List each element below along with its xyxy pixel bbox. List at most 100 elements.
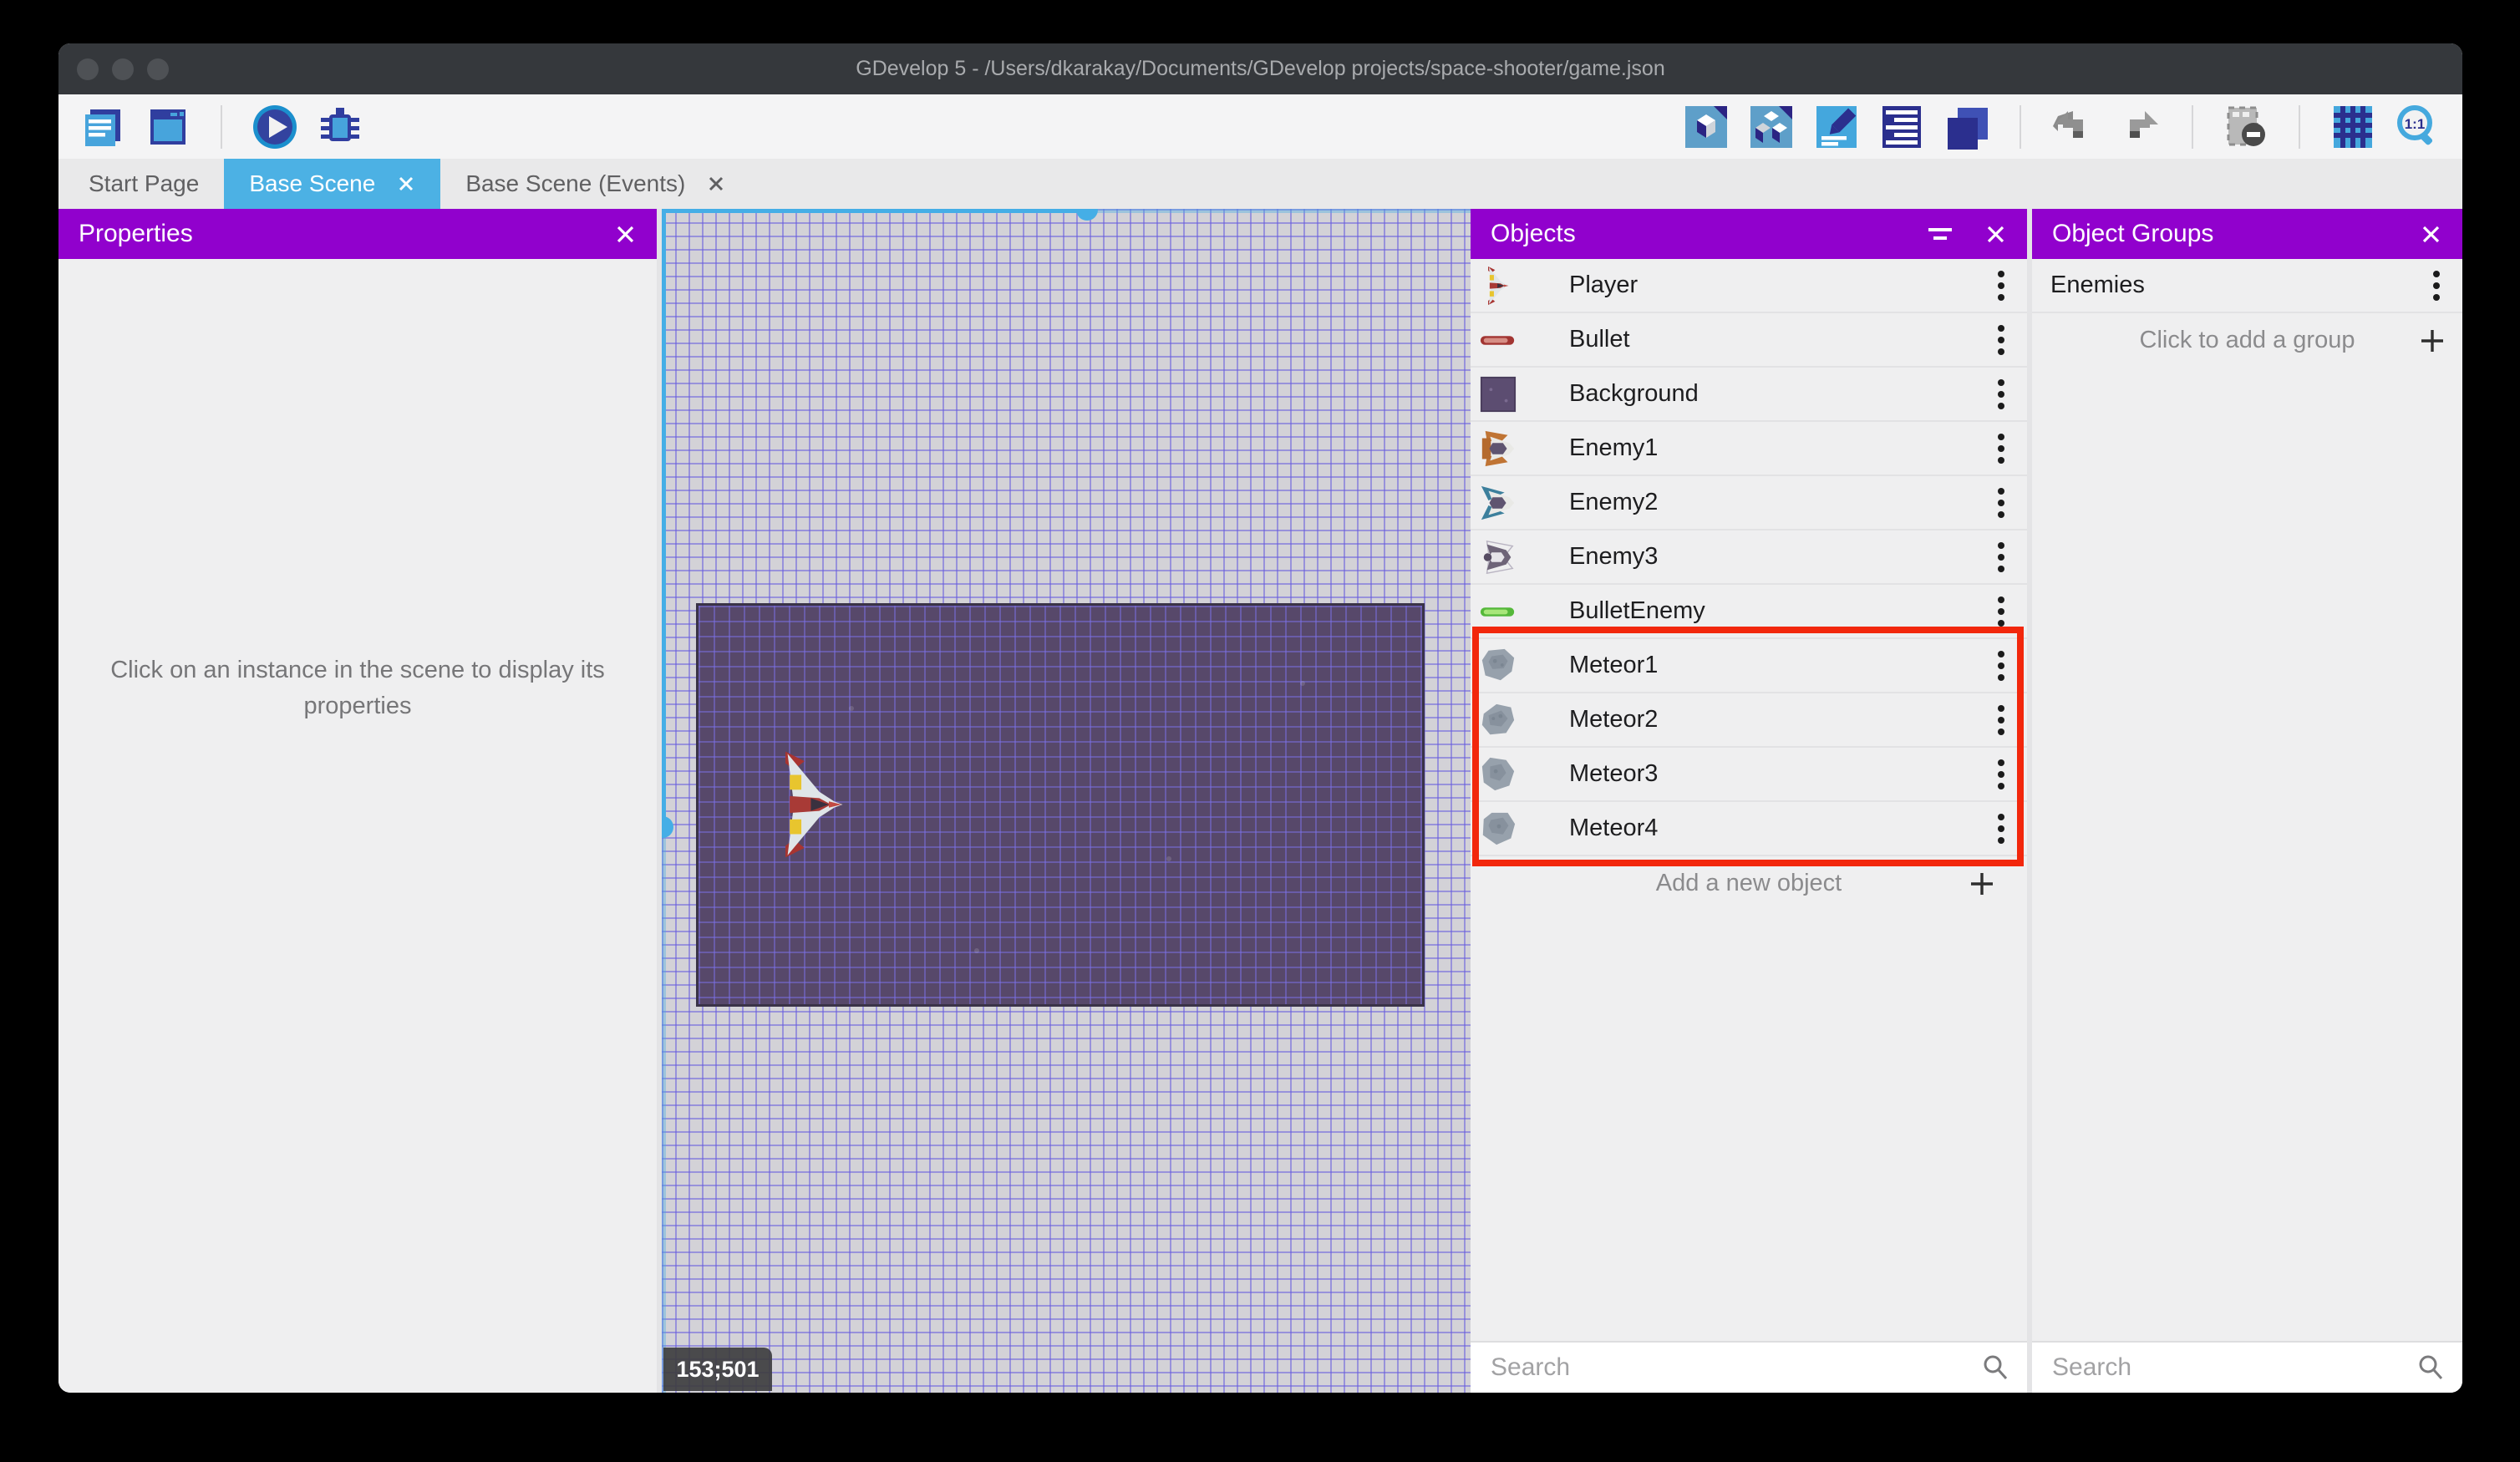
kebab-menu-icon[interactable] [1997, 323, 2005, 357]
properties-pencil-icon[interactable] [1812, 103, 1861, 151]
play-icon[interactable] [251, 103, 299, 151]
selection-handle-top[interactable] [1076, 209, 1098, 221]
object-row[interactable]: Meteor2 [1471, 693, 2027, 748]
grid-icon[interactable] [2329, 103, 2377, 151]
object-name: Meteor1 [1569, 652, 1659, 678]
filter-icon[interactable] [1926, 221, 1954, 246]
object-thumbnail-icon [1479, 375, 1517, 414]
object-row[interactable]: BulletEnemy [1471, 585, 2027, 639]
kebab-menu-icon[interactable] [1997, 812, 2005, 845]
object-groups-panel-header: Object Groups [2032, 209, 2462, 259]
object-thumbnail-icon [1479, 755, 1517, 794]
close-icon[interactable] [614, 223, 637, 246]
search-icon [1984, 1355, 2008, 1380]
toolbar-separator [2020, 104, 2021, 149]
object-row[interactable]: Enemy2 [1471, 476, 2027, 530]
scene-window-icon[interactable] [144, 103, 192, 151]
object-row[interactable]: Meteor3 [1471, 748, 2027, 802]
object-name: Enemy1 [1569, 434, 1659, 461]
search-icon [2419, 1355, 2443, 1380]
object-row[interactable]: Meteor4 [1471, 802, 2027, 856]
layers-stack-icon[interactable] [1943, 103, 1991, 151]
plus-icon[interactable] [1969, 871, 1995, 897]
star-speck [849, 706, 854, 711]
object-row[interactable]: Enemy1 [1471, 422, 2027, 476]
toolbar-separator [2192, 104, 2193, 149]
properties-empty-message: Click on an instance in the scene to dis… [110, 657, 605, 719]
object-row[interactable]: Meteor1 [1471, 639, 2027, 693]
object-name: Enemy2 [1569, 489, 1659, 515]
layers-list-icon[interactable] [1877, 103, 1926, 151]
toolbar-separator [221, 104, 222, 149]
close-icon[interactable] [2420, 223, 2442, 246]
groups-search-bar [2032, 1341, 2462, 1393]
tab-label: Base Scene [249, 170, 376, 196]
tab-label: Start Page [89, 170, 200, 196]
tab-close-icon[interactable] [397, 175, 415, 193]
app-window: GDevelop 5 - /Users/dkarakay/Documents/G… [58, 43, 2462, 1393]
kebab-menu-icon[interactable] [1997, 486, 2005, 520]
objects-cube-icon[interactable] [1682, 103, 1730, 151]
titlebar: GDevelop 5 - /Users/dkarakay/Documents/G… [58, 43, 2462, 94]
toolbar-separator [2299, 104, 2300, 149]
objects-search-bar [1471, 1341, 2027, 1393]
instances-cubes-icon[interactable] [1747, 103, 1796, 151]
add-group-row[interactable]: Click to add a group [2032, 313, 2462, 368]
debug-icon[interactable] [316, 103, 364, 151]
kebab-menu-icon[interactable] [1997, 269, 2005, 302]
properties-panel: Properties Click on an instance in the s… [58, 209, 657, 1393]
project-manager-icon[interactable] [79, 103, 127, 151]
selection-handle-left[interactable] [662, 816, 673, 838]
tab-close-icon[interactable] [707, 175, 725, 193]
undo-icon[interactable] [2050, 103, 2098, 151]
groups-search-input[interactable] [2052, 1353, 2416, 1382]
object-name: BulletEnemy [1569, 597, 1705, 624]
star-speck [1300, 681, 1305, 686]
kebab-menu-icon[interactable] [1997, 703, 2005, 737]
kebab-menu-icon[interactable] [1997, 541, 2005, 574]
kebab-menu-icon[interactable] [1997, 649, 2005, 683]
tab-label: Base Scene (Events) [465, 170, 686, 196]
close-icon[interactable] [1984, 223, 2007, 246]
kebab-menu-icon[interactable] [1997, 758, 2005, 791]
object-thumbnail-icon [1479, 810, 1517, 848]
zoom-one-to-one-icon[interactable]: 1:1 [2394, 103, 2442, 151]
cursor-coordinates-badge: 153;501 [663, 1348, 772, 1391]
object-name: Meteor3 [1569, 760, 1659, 787]
object-row[interactable]: Enemy3 [1471, 530, 2027, 585]
window-title: GDevelop 5 - /Users/dkarakay/Documents/G… [856, 57, 1665, 80]
kebab-menu-icon[interactable] [1997, 432, 2005, 465]
object-groups-panel-title: Object Groups [2052, 220, 2214, 247]
object-groups-panel: Object Groups Enemies Click to add a gro… [2032, 209, 2462, 1393]
kebab-menu-icon[interactable] [2432, 269, 2441, 302]
object-row[interactable]: Background [1471, 368, 2027, 422]
object-thumbnail-icon [1479, 592, 1517, 631]
object-thumbnail-icon [1479, 484, 1517, 522]
kebab-menu-icon[interactable] [1997, 595, 2005, 628]
objects-panel-title: Objects [1491, 220, 1576, 247]
add-object-row[interactable]: Add a new object [1471, 856, 2027, 911]
object-name: Meteor4 [1569, 815, 1659, 841]
editor-tab[interactable]: Base Scene [224, 159, 441, 209]
selection-edge-left-faint [662, 827, 666, 1393]
player-ship-instance[interactable] [781, 748, 845, 861]
group-row[interactable]: Enemies [2032, 259, 2462, 313]
object-row[interactable]: Player [1471, 259, 2027, 313]
editor-tab[interactable]: Start Page [64, 159, 224, 209]
objects-panel-header: Objects [1471, 209, 2027, 259]
screen: GDevelop 5 - /Users/dkarakay/Documents/G… [0, 0, 2520, 1462]
object-row[interactable]: Bullet [1471, 313, 2027, 368]
plus-icon[interactable] [2419, 327, 2446, 354]
objects-search-input[interactable] [1491, 1353, 1980, 1382]
scene-canvas[interactable]: 153;501 [662, 209, 1471, 1393]
mask-remove-icon[interactable] [2222, 103, 2270, 151]
object-thumbnail-icon [1479, 647, 1517, 685]
object-name: Enemy3 [1569, 543, 1659, 570]
toolbar: 1:1 [58, 94, 2462, 159]
kebab-menu-icon[interactable] [1997, 378, 2005, 411]
object-thumbnail-icon [1479, 701, 1517, 739]
object-name: Meteor2 [1569, 706, 1659, 733]
redo-icon[interactable] [2115, 103, 2163, 151]
editor-tab[interactable]: Base Scene (Events) [440, 159, 750, 209]
tab-bar: Start Page Base Scene Base Scene (Events… [58, 159, 2462, 209]
